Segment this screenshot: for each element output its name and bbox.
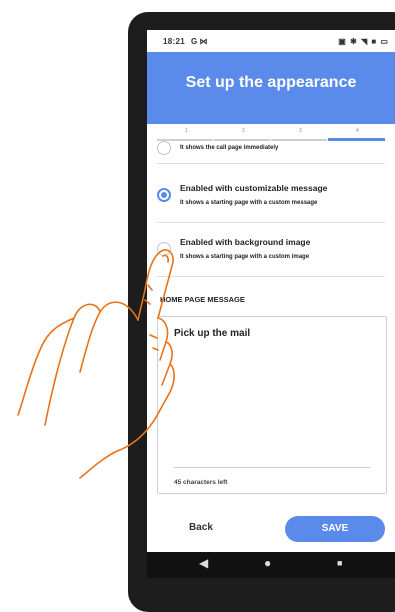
pointing-hand-illustration <box>17 249 175 479</box>
